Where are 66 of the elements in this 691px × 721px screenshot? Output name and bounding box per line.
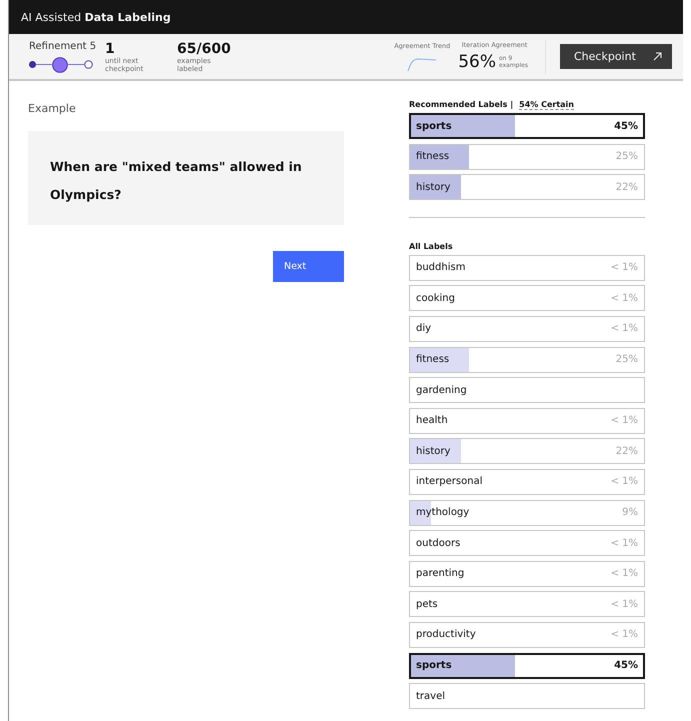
label-option[interactable]: sports 45% [409,113,645,139]
label-percent: 45% [614,120,638,132]
label-name: cooking [416,292,455,304]
label-option[interactable]: pets < 1% [409,591,645,618]
example-heading: Example [28,102,77,115]
label-percent: 25% [616,151,638,162]
label-percent: 45% [614,660,638,671]
label-percent: < 1% [610,262,638,274]
agreement-value: 56% [458,52,496,72]
label-option[interactable]: cooking < 1% [409,285,645,312]
label-option[interactable]: fitness 25% [409,144,645,170]
label-option[interactable]: health < 1% [409,408,645,434]
label-name: pets [416,598,438,610]
label-option[interactable]: history 22% [409,174,645,200]
label-percent: 22% [616,182,638,193]
recommended-heading: Recommended Labels | [409,100,514,109]
label-option[interactable]: buddhism < 1% [409,254,645,281]
all-labels-heading: All Labels [409,242,454,251]
label-name: mythology [416,507,470,518]
label-name: history [416,182,450,193]
label-percent: < 1% [610,629,638,640]
label-option[interactable]: diy < 1% [409,316,645,342]
label-percent: < 1% [610,568,638,580]
app-title: AI Assisted Data Labeling [21,10,171,24]
checkpoint-button[interactable]: Checkpoint [560,44,672,69]
label-option[interactable]: parenting < 1% [409,560,645,587]
label-name: sports [416,120,452,132]
label-name: buddhism [416,262,466,274]
label-name: travel [416,690,446,702]
arrow-icon [653,52,662,61]
refinement-label: Refinement 5 [29,40,98,52]
label-percent: 25% [616,354,638,366]
label-percent: < 1% [610,476,638,488]
label-option[interactable]: history 22% [409,438,645,464]
label-name: productivity [416,629,476,640]
label-name: diy [416,323,432,334]
label-percent: < 1% [610,292,638,304]
label-name: health [416,415,448,426]
label-percent: 9% [622,507,638,518]
next-button[interactable]: Next [273,251,344,282]
label-name: interpersonal [416,476,482,488]
label-option[interactable]: interpersonal < 1% [409,468,645,495]
stat-value: 1 [105,40,116,56]
label-name: fitness [416,151,450,162]
trend-sparkline [407,56,438,72]
label-percent: < 1% [610,538,638,549]
label-name: outdoors [416,538,460,549]
label-option[interactable]: travel [409,683,645,710]
label-name: gardening [416,384,467,396]
label-percent: < 1% [610,323,638,334]
label-option[interactable]: sports 45% [409,652,645,678]
label-name: fitness [416,354,450,366]
example-question: When are "mixed teams" allowed in Olympics? [28,131,344,225]
label-option[interactable]: gardening [409,377,645,404]
stat-value: 65/600 [177,40,231,56]
label-percent: < 1% [610,598,638,610]
label-percent: < 1% [610,415,638,426]
label-name: sports [416,660,452,671]
label-option[interactable]: outdoors < 1% [409,530,645,556]
label-option[interactable]: mythology 9% [409,500,645,526]
label-option[interactable]: fitness 25% [409,346,645,373]
label-option[interactable]: productivity < 1% [409,622,645,648]
label-name: parenting [416,568,464,580]
certainty-link[interactable]: 54% Certain [519,100,574,110]
label-percent: 22% [616,446,638,457]
label-name: history [416,446,450,457]
